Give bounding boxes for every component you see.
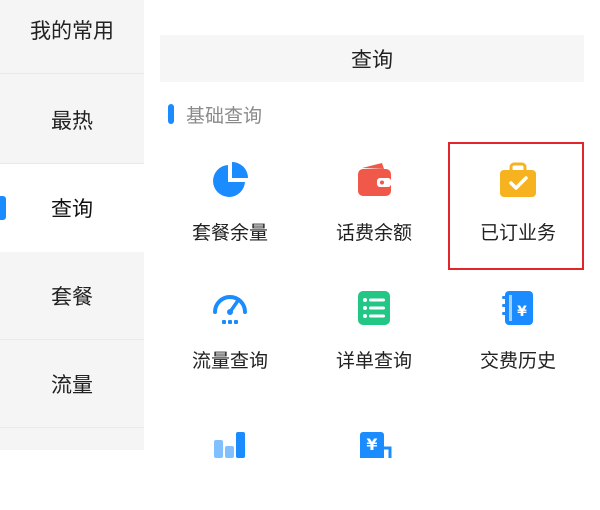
wallet-icon <box>358 163 391 196</box>
pie-chart-icon <box>213 162 248 197</box>
list-document-icon <box>358 291 390 325</box>
category-header: 查询 <box>160 35 584 82</box>
section-title: 基础查询 <box>186 104 263 127</box>
sidebar-item-favorites[interactable]: 我的常用 <box>0 0 144 74</box>
main-content: 查询 基础查询 套餐余量 话费余额 已订业务 流量查询 详单查询 ¥ 交费历史 … <box>144 0 600 458</box>
yen-notebook-icon: ¥ <box>502 291 533 325</box>
bar-chart-icon <box>214 432 245 458</box>
active-indicator <box>0 196 6 220</box>
grid-item-bar-chart[interactable] <box>158 400 298 510</box>
grid-item-label: 套餐余量 <box>191 222 268 244</box>
sidebar-item-package[interactable]: 套餐 <box>0 252 144 340</box>
grid-item-package-balance[interactable]: 套餐余量 <box>158 142 298 252</box>
yen-receipt-icon: ¥ <box>360 432 392 458</box>
grid-item-label: 流量查询 <box>191 350 268 372</box>
sidebar-item-label: 查询 <box>51 197 93 221</box>
sidebar: 我的常用 最热 查询 套餐 流量 <box>0 0 144 450</box>
section-header: 基础查询 <box>168 100 262 128</box>
grid-item-yen-receipt[interactable]: ¥ <box>302 400 442 510</box>
grid-item-detail-query[interactable]: 详单查询 <box>302 270 442 380</box>
grid-item-fee-balance[interactable]: 话费余额 <box>302 142 442 252</box>
highlight-box <box>448 142 584 270</box>
sidebar-item-label: 最热 <box>51 108 93 133</box>
svg-text:¥: ¥ <box>366 435 377 454</box>
grid-item-label: 详单查询 <box>335 350 412 372</box>
section-bar-marker <box>168 104 174 124</box>
svg-text:¥: ¥ <box>517 304 527 320</box>
sidebar-item-label: 流量 <box>51 372 93 397</box>
sidebar-item-hot[interactable]: 最热 <box>0 76 144 164</box>
sidebar-item-query[interactable]: 查询 <box>0 164 144 252</box>
grid-item-label: 话费余额 <box>335 222 412 244</box>
category-title: 查询 <box>351 47 393 72</box>
speedometer-icon <box>213 295 247 324</box>
grid-item-label: 交费历史 <box>479 350 556 372</box>
grid-item-payment-history[interactable]: ¥ 交费历史 <box>446 270 586 380</box>
sidebar-item-label: 套餐 <box>51 284 93 309</box>
sidebar-item-data[interactable]: 流量 <box>0 340 144 428</box>
grid-item-data-query[interactable]: 流量查询 <box>158 270 298 380</box>
sidebar-item-label: 我的常用 <box>30 18 114 43</box>
